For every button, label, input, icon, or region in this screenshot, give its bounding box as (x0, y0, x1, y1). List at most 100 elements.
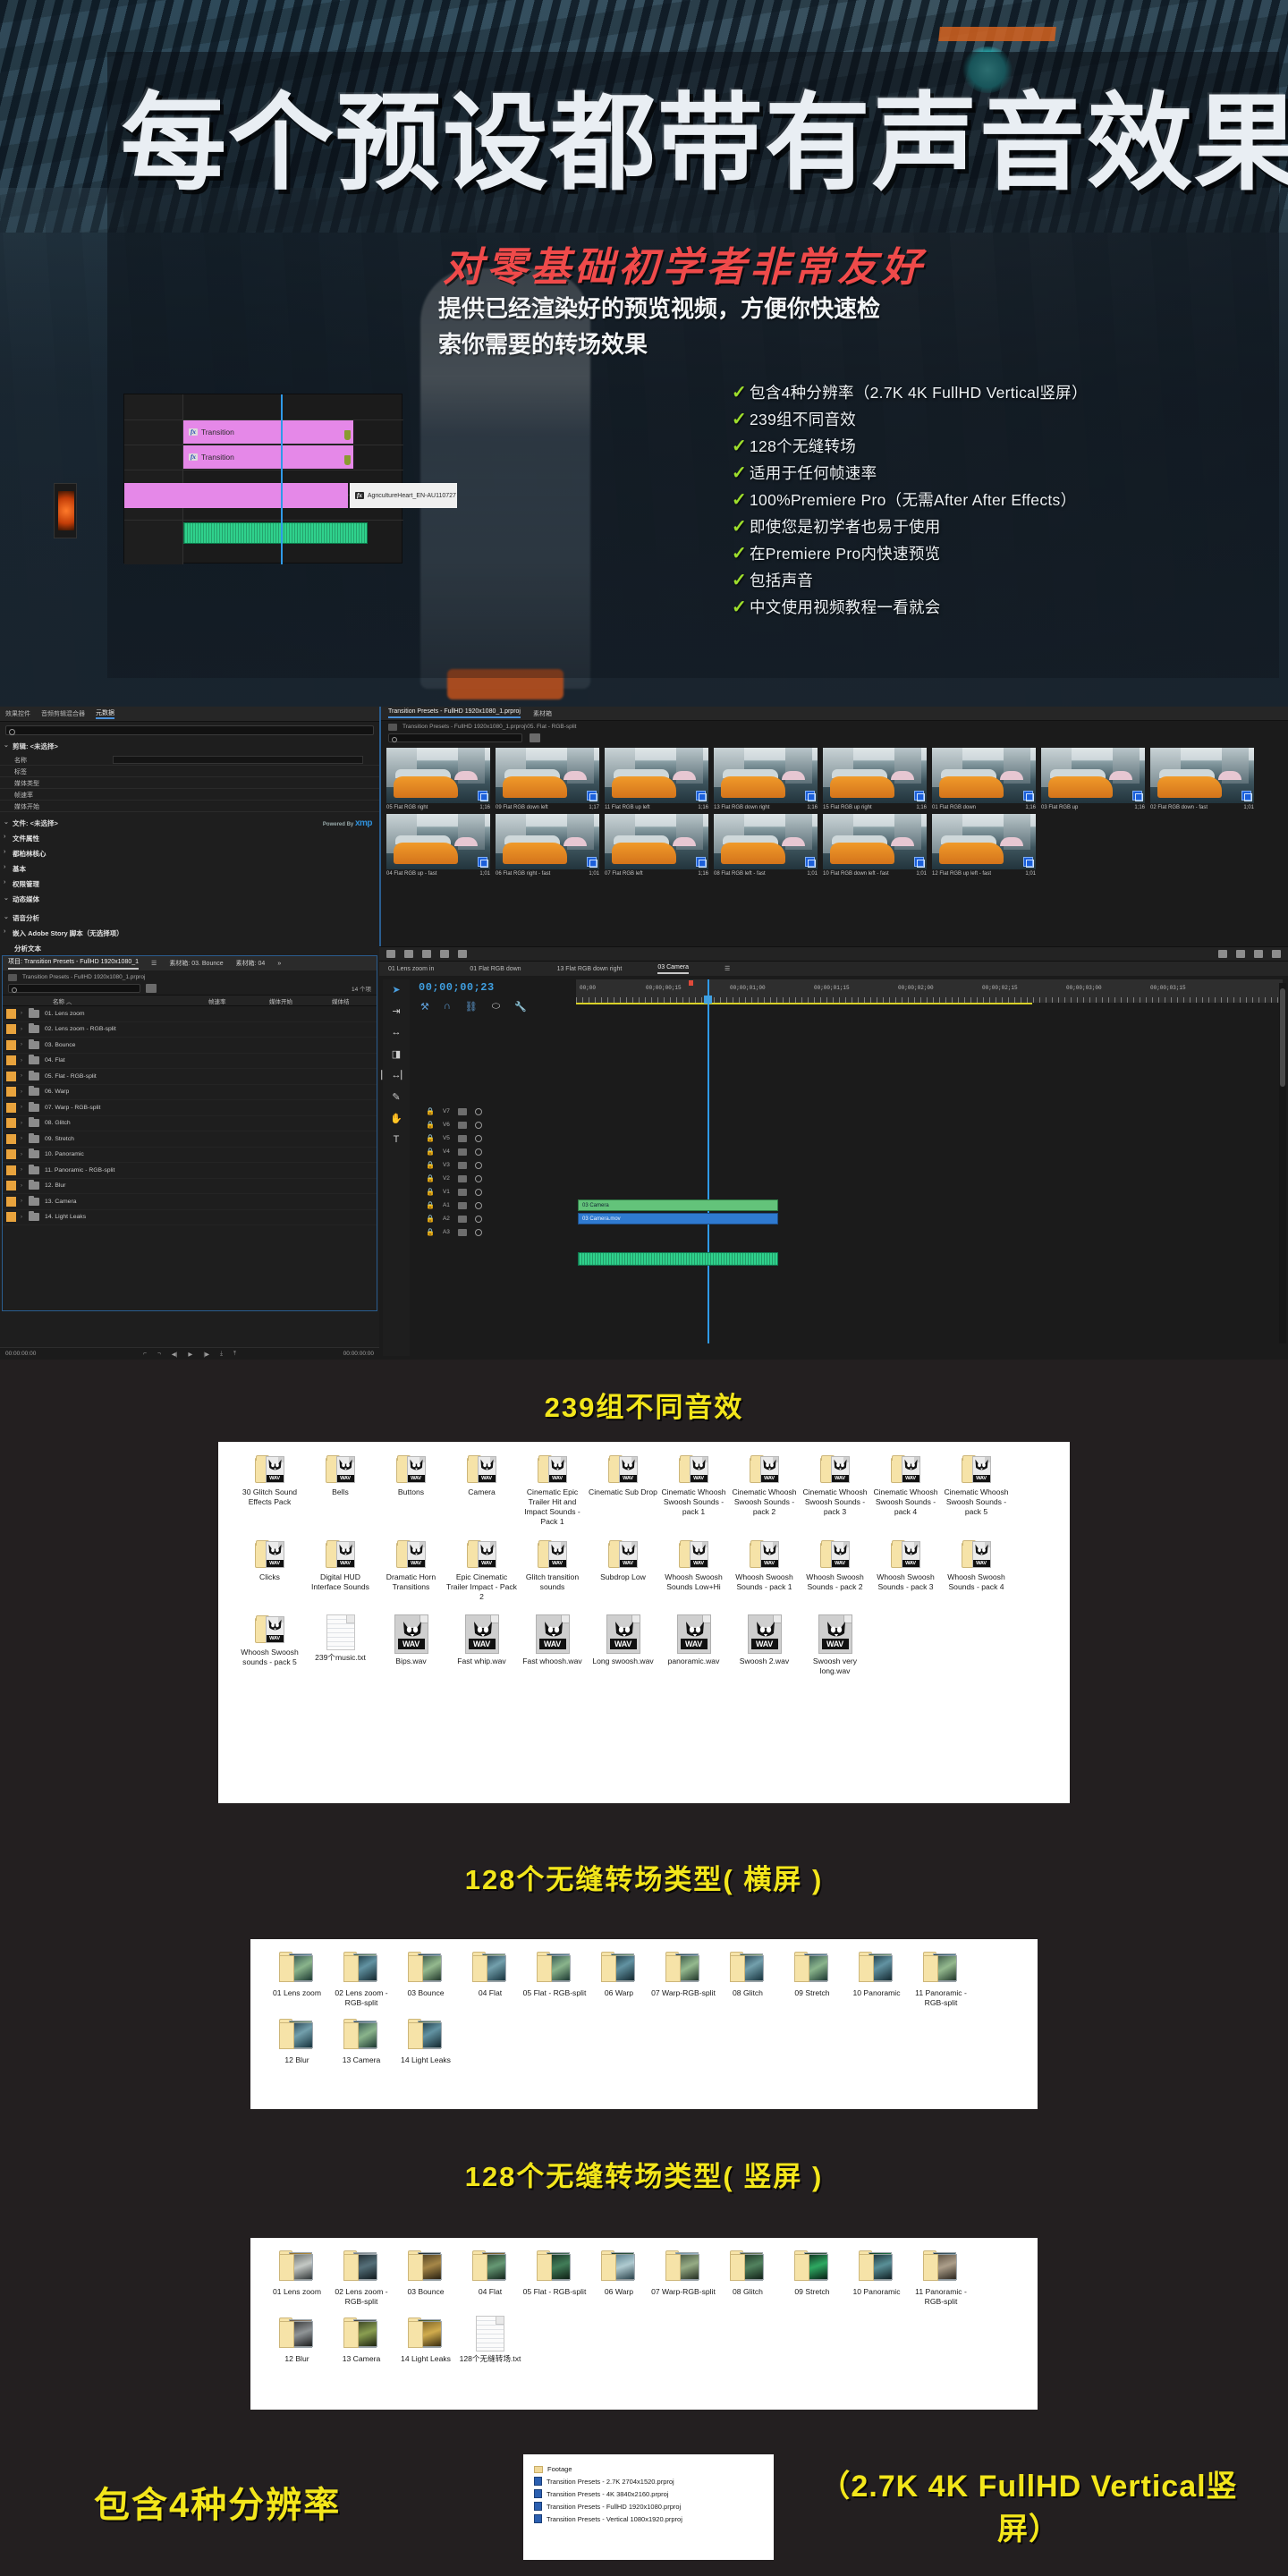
lock-icon[interactable]: 🔒 (426, 1228, 435, 1236)
lock-icon[interactable]: 🔒 (426, 1107, 435, 1115)
timeline-clip-pink-wide[interactable] (124, 483, 348, 508)
lock-icon[interactable]: 🔒 (426, 1148, 435, 1156)
preset-folder-item[interactable]: 01 Lens zoom (265, 1950, 329, 2008)
project-row[interactable]: › 12. Blur (3, 1179, 377, 1194)
zoom-slider-icon[interactable] (440, 950, 449, 958)
menu-icon[interactable]: ☰ (151, 960, 157, 967)
wav-folder-icon[interactable]: WAV (466, 1454, 497, 1485)
target-track-icon[interactable] (457, 1215, 467, 1223)
row-value-field[interactable] (113, 756, 363, 764)
tab-effect-controls[interactable]: 效果控件 (5, 709, 30, 718)
sound-folder-item[interactable]: WAV Cinematic Whoosh Swoosh Sounds - pack… (729, 1454, 800, 1527)
metadata-rights-management[interactable]: › 权限管理 (0, 877, 379, 892)
preset-folder-item[interactable]: 10 Panoramic (844, 2249, 909, 2307)
preset-folder-item[interactable]: 14 Light Leaks (394, 2017, 458, 2065)
timeline-track-header[interactable]: 🔒 V1 (411, 1185, 574, 1199)
res-file-row-27k[interactable]: Transition Presets - 2.7K 2704x1520.prpr… (534, 2475, 763, 2487)
timeline-playhead[interactable] (281, 394, 283, 564)
sound-folder-item[interactable]: WAV Epic Cinematic Trailer Impact - Pack … (446, 1539, 517, 1602)
timeline-track-header[interactable]: 🔒 V4 (411, 1145, 574, 1158)
clip-thumbnail[interactable] (932, 748, 1036, 803)
preset-folder-icon[interactable] (408, 2316, 444, 2351)
project-row[interactable]: › 14. Light Leaks (3, 1210, 377, 1225)
metadata-section-file[interactable]: ⌄ 文件: <未选择> Powered By xmp (0, 816, 379, 831)
project-row[interactable]: › 03. Bounce (3, 1038, 377, 1054)
sound-folder-item[interactable]: WAV Cinematic Sub Drop (588, 1454, 658, 1527)
preset-folder-item[interactable]: 05 Flat - RGB-split (522, 1950, 587, 2008)
clip-thumbnail[interactable] (823, 814, 927, 869)
project-row[interactable]: › 04. Flat (3, 1054, 377, 1069)
timeline-audio-clip[interactable] (578, 1252, 778, 1266)
sequence-marker[interactable] (689, 980, 693, 986)
ripple-edit-tool-icon[interactable]: ↔ (390, 1026, 402, 1038)
linked-selection-icon[interactable]: ⛓ (465, 1001, 478, 1013)
target-track-icon[interactable] (457, 1121, 467, 1129)
preset-folder-item[interactable]: 13 Camera (329, 2316, 394, 2364)
preset-folder-icon[interactable] (859, 1950, 894, 1986)
bin-item[interactable]: 13 Flat RGB down right 1;16 (714, 748, 818, 810)
preset-folder-icon[interactable] (601, 2249, 637, 2284)
mark-in-icon[interactable]: ⌐ (143, 1351, 147, 1357)
preset-folder-icon[interactable] (343, 2017, 379, 2053)
clip-thumbnail[interactable] (714, 748, 818, 803)
bin-item[interactable]: 12 Flat RGB up left - fast 1;01 (932, 814, 1036, 877)
tab-bin[interactable]: 素材箱 (533, 709, 552, 718)
tab-01-flat-rgb-down[interactable]: 01 Flat RGB down (470, 966, 521, 972)
sound-txt-item[interactable]: 239个music.txt (305, 1614, 376, 1676)
metadata-dynamic-media[interactable]: ⌄ 动态媒体 (0, 892, 379, 907)
play-icon[interactable]: ▶ (188, 1351, 192, 1358)
clip-thumbnail[interactable] (1150, 748, 1254, 803)
preset-folder-icon[interactable] (472, 2249, 508, 2284)
lock-icon[interactable]: 🔒 (426, 1121, 435, 1129)
tab-bin-04[interactable]: 素材箱: 04 (236, 959, 266, 968)
eye-icon[interactable] (474, 1201, 482, 1209)
clip-thumbnail[interactable] (605, 748, 708, 803)
eye-icon[interactable] (474, 1161, 482, 1169)
sound-folder-item[interactable]: WAV Cinematic Whoosh Swoosh Sounds - pack… (800, 1454, 870, 1527)
wav-folder-icon[interactable]: WAV (961, 1539, 992, 1570)
nest-icon[interactable]: ⚒ (420, 1001, 429, 1013)
preset-folder-icon[interactable] (923, 2249, 959, 2284)
preset-folder-icon[interactable] (537, 1950, 572, 1986)
eye-icon[interactable] (474, 1121, 482, 1129)
preset-folder-item[interactable]: 09 Stretch (780, 2249, 844, 2307)
bin-item[interactable]: 05 Flat RGB right 1;16 (386, 748, 490, 810)
sound-folder-item[interactable]: WAV Cinematic Whoosh Swoosh Sounds - pack… (658, 1454, 729, 1527)
column-media-end[interactable]: 媒体结 (332, 996, 377, 1005)
sound-folder-item[interactable]: WAV Whoosh Swoosh Sounds - pack 2 (800, 1539, 870, 1602)
chevron-right-icon[interactable]: › (21, 1183, 29, 1189)
target-track-icon[interactable] (457, 1107, 467, 1115)
clip-thumbnail[interactable] (386, 748, 490, 803)
metadata-section-speech[interactable]: ⌄ 语音分析 (0, 911, 379, 926)
wav-folder-icon[interactable]: WAV (678, 1454, 709, 1485)
project-row[interactable]: › 09. Stretch (3, 1131, 377, 1148)
chevron-right-icon[interactable]: › (21, 1073, 29, 1079)
metadata-row-frame-rate[interactable]: 帧速率 (0, 789, 379, 801)
bin-item[interactable]: 03 Flat RGB up 1;16 (1041, 748, 1145, 810)
wav-file-item[interactable]: WAV Swoosh 2.wav (729, 1614, 800, 1676)
txt-file-icon[interactable] (326, 1614, 355, 1650)
preset-folder-icon[interactable] (279, 2316, 315, 2351)
clip-thumbnail[interactable] (1041, 748, 1145, 803)
preset-folder-item[interactable]: 14 Light Leaks (394, 2316, 458, 2364)
panel-menu-icon[interactable]: ☰ (724, 965, 730, 972)
add-marker-icon[interactable]: ⬭ (492, 1001, 500, 1013)
sound-folder-item[interactable]: WAV Whoosh Swoosh sounds - pack 5 (234, 1614, 305, 1676)
lock-icon[interactable]: 🔒 (426, 1188, 435, 1196)
wav-file-item[interactable]: WAV Bips.wav (376, 1614, 446, 1676)
wav-folder-icon[interactable]: WAV (819, 1454, 851, 1485)
column-name[interactable]: 名称 ︿ (3, 996, 208, 1005)
lock-icon[interactable]: 🔒 (426, 1134, 435, 1142)
tab-audio-clip-mixer[interactable]: 音频剪辑混合器 (41, 709, 85, 718)
eye-icon[interactable] (474, 1188, 482, 1196)
wav-file-icon[interactable]: WAV (818, 1614, 852, 1654)
timeline-clip-03-camera-mov[interactable]: 03 Camera.mov (578, 1213, 778, 1224)
preset-folder-icon[interactable] (730, 1950, 766, 1986)
wav-folder-icon[interactable]: WAV (325, 1454, 356, 1485)
wav-folder-icon[interactable]: WAV (607, 1539, 639, 1570)
timeline-track-header[interactable]: 🔒 A2 (411, 1212, 574, 1225)
sound-folder-item[interactable]: WAV Subdrop Low (588, 1539, 658, 1602)
wav-file-item[interactable]: WAV panoramic.wav (658, 1614, 729, 1676)
target-track-icon[interactable] (457, 1188, 467, 1196)
preset-folder-item[interactable]: 11 Panoramic - RGB-split (909, 2249, 973, 2307)
